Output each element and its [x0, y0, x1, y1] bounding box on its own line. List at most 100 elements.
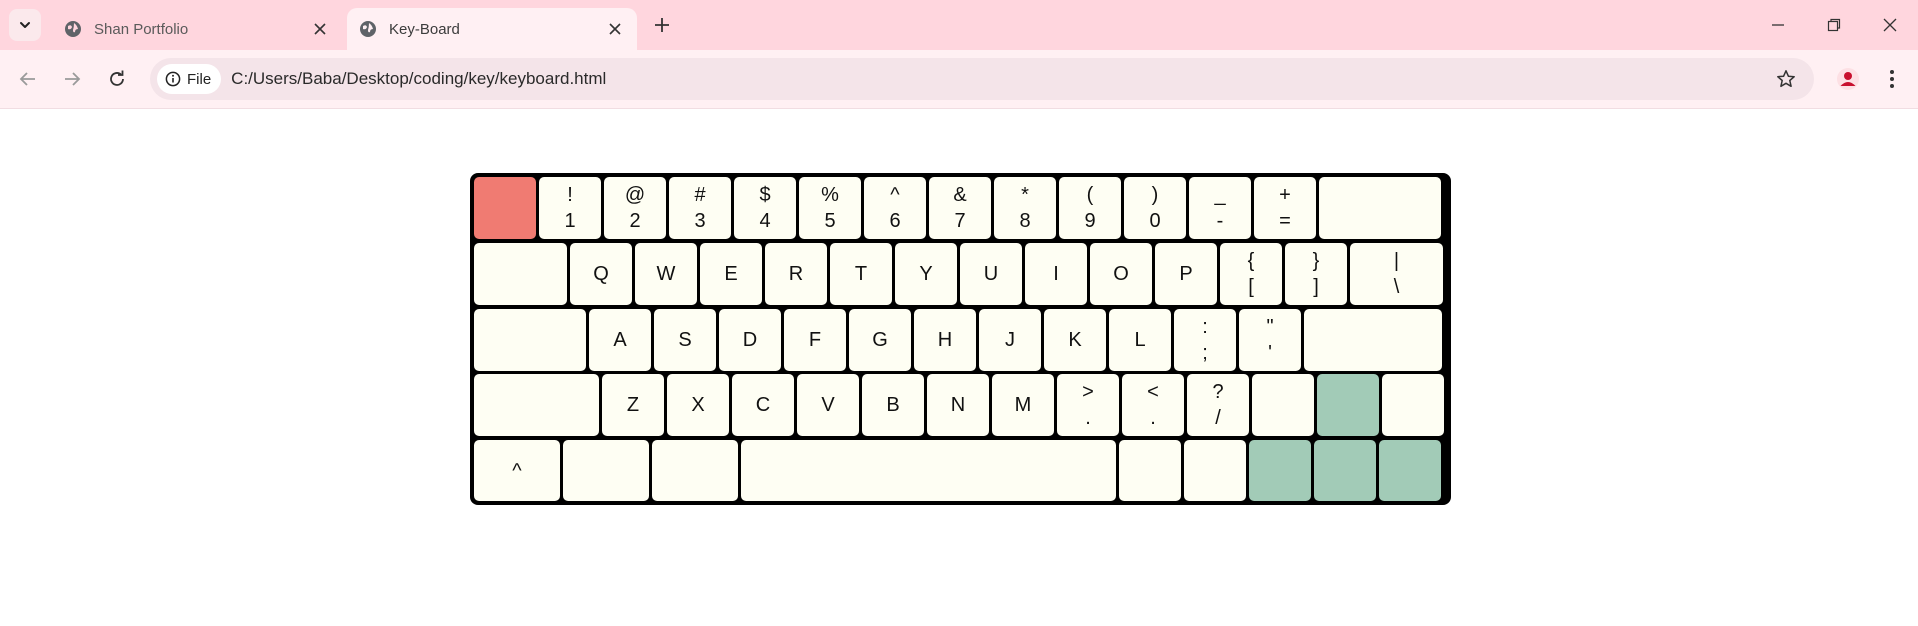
tab-search-button[interactable] [9, 9, 41, 41]
key-r4-9[interactable]: >. [1057, 374, 1119, 436]
key-r2-11[interactable]: P [1155, 243, 1217, 305]
key-r1-11[interactable]: ) 0 [1124, 177, 1186, 239]
key-label-bottom: 5 [824, 210, 836, 232]
key-r1-4[interactable]: #3 [669, 177, 731, 239]
key-r4-4[interactable]: C [732, 374, 794, 436]
key-r2-1[interactable] [474, 243, 567, 305]
key-label-top: # [694, 184, 706, 206]
key-r1-9[interactable]: * 8 [994, 177, 1056, 239]
key-r5-6[interactable] [1184, 440, 1246, 501]
key-r1-6[interactable]: % 5 [799, 177, 861, 239]
key-r3-5[interactable]: F [784, 309, 846, 371]
key-r5-1[interactable]: ^ [474, 440, 560, 501]
minimize-button[interactable] [1750, 0, 1806, 50]
key-r4-1[interactable] [474, 374, 599, 436]
key-r3-9[interactable]: K [1044, 309, 1106, 371]
key-label-top: C [755, 394, 771, 416]
key-r4-12[interactable] [1252, 374, 1314, 436]
back-button[interactable] [12, 63, 44, 95]
key-label-top: R [788, 263, 804, 285]
key-r1-10[interactable]: (9 [1059, 177, 1121, 239]
bookmark-button[interactable] [1772, 65, 1800, 93]
key-r4-6[interactable]: B [862, 374, 924, 436]
key-label-top: Y [919, 263, 933, 285]
key-r1-3[interactable]: @2 [604, 177, 666, 239]
reload-button[interactable] [101, 63, 133, 95]
address-bar[interactable]: File C:/Users/Baba/Desktop/coding/key/ke… [150, 58, 1814, 100]
key-r3-3[interactable]: S [654, 309, 716, 371]
key-r1-12[interactable]: _ - [1189, 177, 1251, 239]
key-label-top: $ [759, 184, 771, 206]
tab-key-board[interactable]: Key-Board [347, 8, 637, 50]
key-r1-5[interactable]: $4 [734, 177, 796, 239]
key-r5-7[interactable] [1249, 440, 1311, 501]
key-r1-13[interactable]: + = [1254, 177, 1316, 239]
key-r4-11[interactable]: ? / [1187, 374, 1249, 436]
key-r2-7[interactable]: Y [895, 243, 957, 305]
key-r3-12[interactable]: " ' [1239, 309, 1301, 371]
key-r5-2[interactable] [563, 440, 649, 501]
key-r3-13[interactable] [1304, 309, 1442, 371]
key-r1-7[interactable]: ^ 6 [864, 177, 926, 239]
key-r3-2[interactable]: A [589, 309, 651, 371]
key-r5-3[interactable] [652, 440, 738, 501]
key-r3-7[interactable]: H [914, 309, 976, 371]
key-r1-14[interactable] [1319, 177, 1441, 239]
browser-menu-button[interactable] [1878, 63, 1906, 95]
restore-button[interactable] [1806, 0, 1862, 50]
key-r1-1[interactable] [474, 177, 536, 239]
key-r2-12[interactable]: {[ [1220, 243, 1282, 305]
plus-icon [655, 18, 669, 32]
key-r4-13[interactable] [1317, 374, 1379, 436]
key-r4-5[interactable]: V [797, 374, 859, 436]
key-r3-6[interactable]: G [849, 309, 911, 371]
key-label-top: F [808, 329, 822, 351]
key-r4-7[interactable]: N [927, 374, 989, 436]
key-r5-8[interactable] [1314, 440, 1376, 501]
key-r3-8[interactable]: J [979, 309, 1041, 371]
new-tab-button[interactable] [648, 11, 676, 39]
key-label-top: Z [626, 394, 640, 416]
key-label-top: + [1279, 184, 1291, 206]
key-label-bottom: 4 [759, 210, 771, 232]
key-r5-5[interactable] [1119, 440, 1181, 501]
key-r4-14[interactable] [1382, 374, 1444, 436]
key-r3-11[interactable]: :; [1174, 309, 1236, 371]
key-r5-9[interactable] [1379, 440, 1441, 501]
forward-button[interactable] [56, 63, 88, 95]
url-text[interactable]: C:/Users/Baba/Desktop/coding/key/keyboar… [231, 69, 606, 89]
profile-button[interactable] [1832, 63, 1864, 95]
key-r2-6[interactable]: T [830, 243, 892, 305]
key-r3-1[interactable] [474, 309, 586, 371]
minimize-icon [1772, 24, 1784, 26]
key-r2-10[interactable]: O [1090, 243, 1152, 305]
key-r2-2[interactable]: Q [570, 243, 632, 305]
key-r2-13[interactable]: }] [1285, 243, 1347, 305]
key-r4-8[interactable]: M [992, 374, 1054, 436]
close-icon[interactable] [601, 15, 629, 43]
key-label-bottom: 7 [954, 210, 966, 232]
key-r2-8[interactable]: U [960, 243, 1022, 305]
key-label-bottom: 9 [1084, 210, 1096, 232]
key-r2-9[interactable]: I [1025, 243, 1087, 305]
key-r4-2[interactable]: Z [602, 374, 664, 436]
key-r2-14[interactable]: | \ [1350, 243, 1443, 305]
key-r4-10[interactable]: <. [1122, 374, 1184, 436]
key-label-top: X [691, 394, 705, 416]
key-r1-2[interactable]: ! 1 [539, 177, 601, 239]
close-icon[interactable] [306, 15, 334, 43]
key-label-bottom: - [1216, 210, 1224, 232]
key-label-top: P [1179, 263, 1193, 285]
key-label-top: ^ [512, 459, 522, 482]
site-info-chip[interactable]: File [157, 64, 222, 94]
key-r1-8[interactable]: & 7 [929, 177, 991, 239]
close-window-button[interactable] [1862, 0, 1918, 50]
key-r3-4[interactable]: D [719, 309, 781, 371]
key-r3-10[interactable]: L [1109, 309, 1171, 371]
key-r2-5[interactable]: R [765, 243, 827, 305]
key-r4-3[interactable]: X [667, 374, 729, 436]
key-r2-3[interactable]: W [635, 243, 697, 305]
key-r5-4[interactable] [741, 440, 1116, 501]
tab-shan-portfolio[interactable]: Shan Portfolio [52, 8, 342, 50]
key-r2-4[interactable]: E [700, 243, 762, 305]
